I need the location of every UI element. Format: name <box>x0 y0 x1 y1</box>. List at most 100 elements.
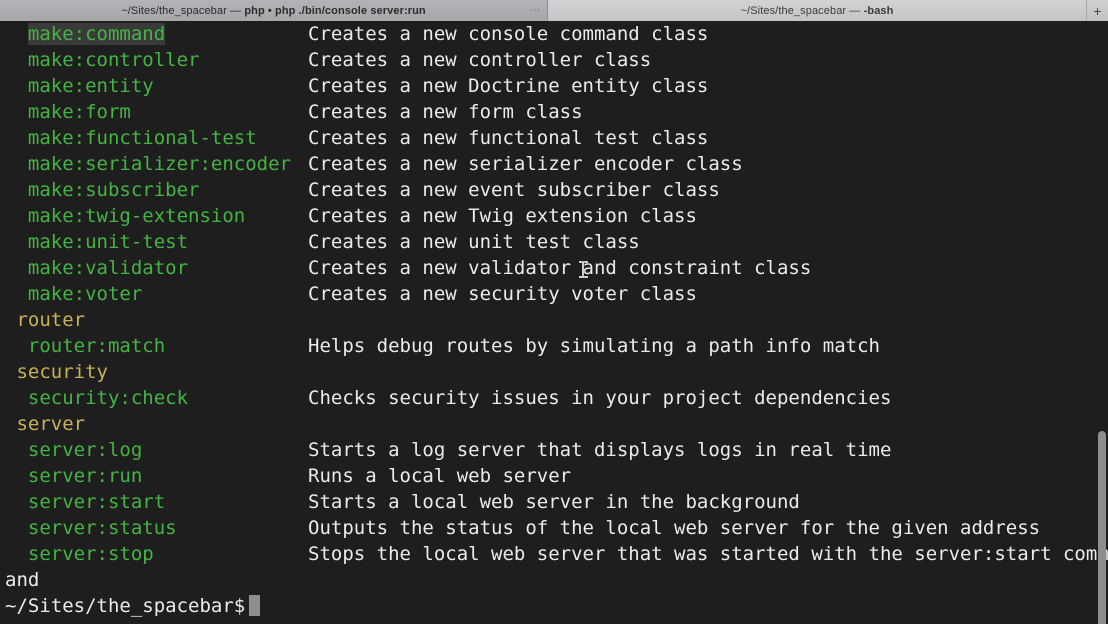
terminal-command-row: make:validator Creates a new validator an… <box>5 255 1108 281</box>
terminal-command-description: Checks security issues in your project d… <box>308 387 892 409</box>
terminal-command-name: server:log <box>5 437 308 463</box>
terminal-command-row: make:subscriber Creates a new event subsc… <box>5 177 1108 203</box>
terminal-prompt-line[interactable]: ~/Sites/the_spacebar$ <box>5 593 1108 619</box>
terminal-command-name: server:stop <box>5 541 308 567</box>
new-tab-button[interactable]: + <box>1087 0 1108 21</box>
command-text: make:validator <box>27 257 189 279</box>
tab-separator-active: — <box>226 4 245 17</box>
terminal-command-name: make:serializer:encoder <box>5 151 308 177</box>
tab-command-inactive: -bash <box>863 4 894 17</box>
command-text: server <box>16 413 86 435</box>
terminal-command-description: Creates a new serializer encoder class <box>308 153 743 175</box>
tab-bar: ~/Sites/the_spacebar — php • php ./bin/c… <box>0 0 1108 21</box>
terminal-lines: make:command Creates a new console comman… <box>5 21 1108 619</box>
terminal-command-name: make:voter <box>5 281 308 307</box>
terminal-command-name: make:functional-test <box>5 125 308 151</box>
text-cursor <box>249 595 261 616</box>
terminal-command-row: make:voter Creates a new security voter c… <box>5 281 1108 307</box>
tab-path-inactive: ~/Sites/the_spacebar <box>740 4 847 17</box>
terminal-command-description: Creates a new unit test class <box>308 231 640 253</box>
terminal-command-row: make:unit-test Creates a new unit test cl… <box>5 229 1108 255</box>
command-text: router:match <box>27 335 166 357</box>
tab-title-inactive: ~/Sites/the_spacebar — -bash <box>741 5 894 17</box>
terminal-command-name: make:validator <box>5 255 308 281</box>
terminal-command-name: security:check <box>5 385 308 411</box>
tab-separator-inactive: — <box>846 4 864 17</box>
terminal-command-row: make:serializer:encoder Creates a new ser… <box>5 151 1108 177</box>
terminal-command-row: make:twig-extension Creates a new Twig ex… <box>5 203 1108 229</box>
terminal-command-description: Helps debug routes by simulating a path … <box>308 335 880 357</box>
command-text: server:run <box>27 465 143 487</box>
terminal-command-description: Starts a log server that displays logs i… <box>308 439 892 461</box>
terminal-command-description: Stops the local web server that was star… <box>308 543 1108 565</box>
terminal-command-row: server:start Starts a local web server in… <box>5 489 1108 515</box>
terminal-command-name: server:start <box>5 489 308 515</box>
terminal-command-name: make:unit-test <box>5 229 308 255</box>
terminal-command-description: Creates a new controller class <box>308 49 652 71</box>
terminal-command-description: Starts a local web server in the backgro… <box>308 491 800 513</box>
scrollbar-thumb[interactable] <box>1098 431 1106 624</box>
terminal-command-row: make:form Creates a new form class <box>5 99 1108 125</box>
terminal-namespace-row: security <box>5 359 1108 385</box>
command-text: make:unit-test <box>27 231 189 253</box>
terminal-wrapped-tail: and <box>5 569 40 591</box>
terminal-command-name: make:form <box>5 99 308 125</box>
tab-command-active: php • php ./bin/console server:run <box>244 4 426 17</box>
terminal-command-description: Creates a new Doctrine entity class <box>308 75 709 97</box>
command-text: security:check <box>27 387 189 409</box>
terminal-command-name: security <box>5 359 308 385</box>
terminal-command-name: server:status <box>5 515 308 541</box>
command-text: make:serializer:encoder <box>27 153 291 175</box>
terminal-command-description: Creates a new event subscriber class <box>308 179 720 201</box>
command-text: make:voter <box>27 283 143 305</box>
terminal-command-description: Runs a local web server <box>308 465 572 487</box>
terminal-window: ~/Sites/the_spacebar — php • php ./bin/c… <box>0 0 1108 624</box>
command-text: make:controller <box>27 49 200 71</box>
command-text: server:stop <box>27 543 154 565</box>
terminal-command-row: make:command Creates a new console comman… <box>5 21 1108 47</box>
command-text: router <box>16 309 86 331</box>
command-text: server:status <box>27 517 177 539</box>
command-text: make:twig-extension <box>27 205 246 227</box>
command-text: make:form <box>27 101 131 123</box>
terminal-command-name: make:command <box>5 21 308 47</box>
command-text: make:functional-test <box>27 127 257 149</box>
tab-title-active: ~/Sites/the_spacebar — php • php ./bin/c… <box>121 5 426 17</box>
terminal-command-description: Creates a new validator and constraint c… <box>308 257 812 279</box>
terminal-command-name: make:twig-extension <box>5 203 308 229</box>
terminal-command-name: make:entity <box>5 73 308 99</box>
terminal-output-area[interactable]: make:command Creates a new console comman… <box>0 21 1108 624</box>
terminal-command-description: Creates a new Twig extension class <box>308 205 697 227</box>
terminal-command-row: make:functional-test Creates a new functi… <box>5 125 1108 151</box>
terminal-namespace-row: router <box>5 307 1108 333</box>
terminal-command-row: router:match Helps debug routes by simula… <box>5 333 1108 359</box>
terminal-command-row: server:run Runs a local web server <box>5 463 1108 489</box>
prompt-text: ~/Sites/the_spacebar$ <box>5 595 246 617</box>
terminal-command-name: make:controller <box>5 47 308 73</box>
terminal-command-row: server:stop Stops the local web server th… <box>5 541 1108 567</box>
terminal-command-row: server:status Outputs the status of the l… <box>5 515 1108 541</box>
terminal-command-row: make:entity Creates a new Doctrine entity… <box>5 73 1108 99</box>
terminal-scrollbar[interactable] <box>1095 42 1108 624</box>
terminal-command-description: Creates a new console command class <box>308 23 709 45</box>
command-text: security <box>16 361 108 383</box>
command-text: make:entity <box>27 75 154 97</box>
highlighted-command-text: make:command <box>27 23 166 45</box>
terminal-namespace-row: server <box>5 411 1108 437</box>
terminal-command-name: server:run <box>5 463 308 489</box>
command-text: server:log <box>27 439 143 461</box>
terminal-command-row: server:log Starts a log server that displ… <box>5 437 1108 463</box>
tab-bash[interactable]: ~/Sites/the_spacebar — -bash <box>548 0 1087 21</box>
terminal-command-description: Creates a new functional test class <box>308 127 709 149</box>
terminal-command-description: Creates a new form class <box>308 101 583 123</box>
terminal-command-description: Creates a new security voter class <box>308 283 697 305</box>
command-text: make:subscriber <box>27 179 200 201</box>
terminal-command-row: security:check Checks security issues in … <box>5 385 1108 411</box>
terminal-command-name: router:match <box>5 333 308 359</box>
tab-php-console-server-run[interactable]: ~/Sites/the_spacebar — php • php ./bin/c… <box>0 0 548 21</box>
terminal-command-row: make:controller Creates a new controller … <box>5 47 1108 73</box>
terminal-command-name: router <box>5 307 308 333</box>
terminal-command-description: Outputs the status of the local web serv… <box>308 517 1041 539</box>
ellipsis-icon[interactable]: ⋯ <box>530 5 541 15</box>
command-text: server:start <box>27 491 166 513</box>
